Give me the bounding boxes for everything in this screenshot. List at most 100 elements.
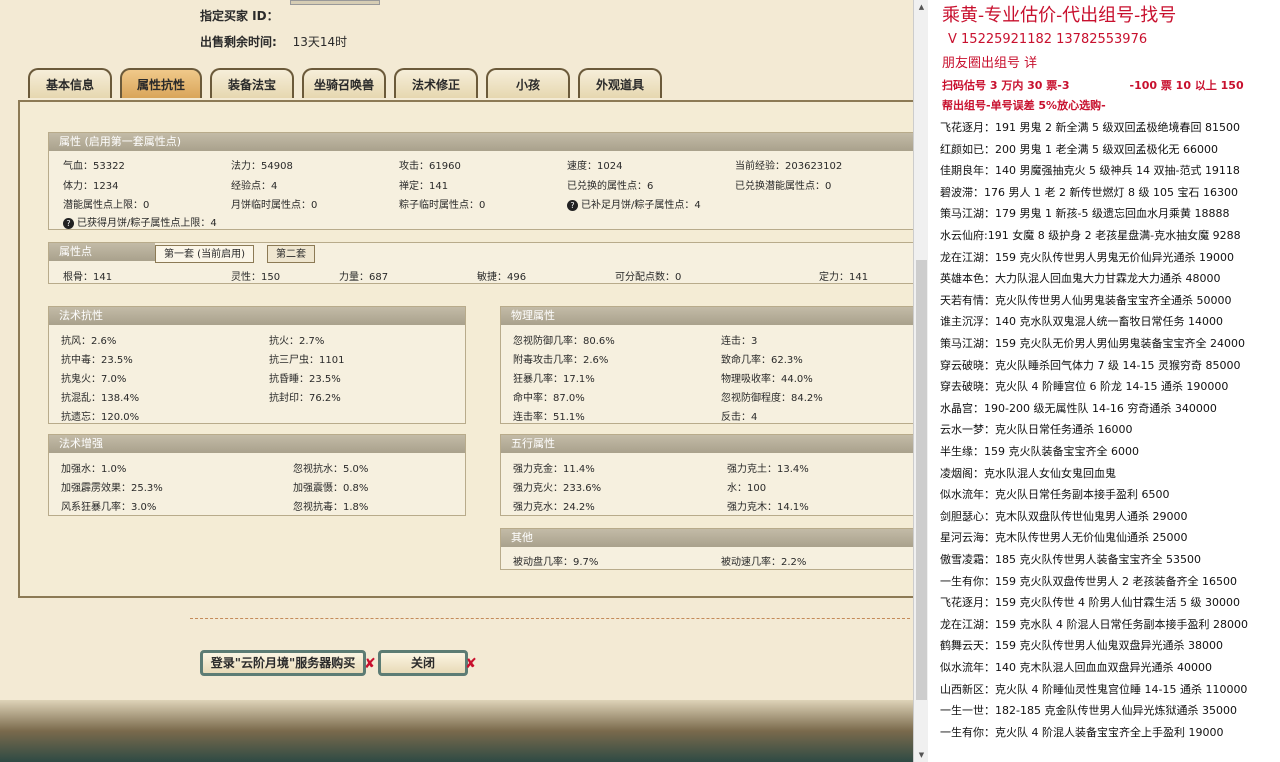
scrollbar[interactable]: ▲ ▼ — [913, 0, 929, 762]
list-item: 策马江湖：159 克火队无价男人男仙男鬼装备宝宝齐全 24000 — [940, 337, 1245, 350]
points-cell: 定力：141 — [819, 272, 869, 283]
other-cell: 被动盘几率：9.7% — [513, 557, 599, 568]
list-item: 凌烟阁：克水队混人女仙女鬼回血鬼 — [940, 466, 1116, 480]
list-item: 云水一梦：克火队日常任务通杀 16000 — [940, 423, 1133, 437]
attr-cell: 月饼临时属性点：0 — [231, 200, 318, 211]
login-purchase-button[interactable]: 登录"云阶月境"服务器购买 — [200, 650, 366, 676]
list-item: 天若有情：克火队传世男人仙男鬼装备宝宝齐全通杀 50000 — [940, 293, 1232, 307]
attr-cell: 攻击：61960 — [399, 161, 461, 172]
list-item: 策马江湖：179 男鬼 1 新孩-5 级遗忘回血水月乘黄 18888 — [940, 207, 1230, 221]
tab-equipment[interactable]: 装备法宝 — [210, 68, 294, 98]
five-elements-title: 五行属性 — [501, 435, 913, 453]
list-item: 谁主沉浮：140 克水队双鬼混人统一畜牧日常任务 14000 — [940, 315, 1223, 329]
ad-title: 乘黄-专业估价-代出组号-找号 — [942, 5, 1177, 26]
list-item: 似水流年：140 克木队混人回血血双盘异光通杀 40000 — [940, 661, 1212, 674]
time-remaining-label: 出售剩余时间: — [200, 35, 277, 49]
physical-cell: 狂暴几率：17.1% — [513, 374, 595, 385]
attr-cell: 当前经验：203623102 — [735, 161, 843, 172]
time-remaining-row: 出售剩余时间: 13天14时 — [200, 33, 347, 50]
buyer-id-field[interactable] — [290, 0, 380, 5]
list-item: 似水流年：克火队日常任务副本接手盈利 6500 — [940, 488, 1170, 502]
list-item: 龙在江湖：159 克火队传世男人男鬼无价仙异光通杀 19000 — [940, 250, 1234, 264]
resist-cell: 抗混乱：138.4% — [61, 393, 140, 404]
attr-cell: ? 已补足月饼/粽子属性点：4 — [567, 196, 701, 211]
attributes-title: 属性 (启用第一套属性点) — [49, 133, 913, 151]
resist-cell: 抗中毒：23.5% — [61, 355, 133, 366]
physical-cell: 连击率：51.1% — [513, 412, 585, 423]
list-item: 剑胆瑟心：克木队双盘队传世仙鬼男人通杀 29000 — [940, 509, 1188, 523]
list-item: 水云仙府:191 女魔 8 级护身 2 老孩星盘满-克水抽女魔 9288 — [940, 229, 1241, 242]
list-item: 一生有你：159 克火队双盘传世男人 2 老孩装备齐全 16500 — [940, 574, 1237, 588]
time-remaining-value: 13天14时 — [292, 35, 348, 49]
bottom-frame — [0, 700, 913, 762]
boost-cell: 忽视抗毒：1.8% — [293, 502, 369, 513]
help-icon[interactable]: ? — [63, 218, 74, 229]
list-item: 龙在江湖：159 克水队 4 阶混人日常任务副本接手盈利 28000 — [940, 617, 1248, 631]
list-item: 碧波滞：176 男人 1 老 2 新传世燃灯 8 级 105 宝石 16300 — [940, 185, 1238, 199]
physical-cell: 致命几率：62.3% — [721, 355, 803, 366]
close-button[interactable]: 关闭 — [378, 650, 468, 676]
list-item: 鹤舞云天：159 克火队传世男人仙鬼双盘异光通杀 38000 — [940, 639, 1223, 653]
element-cell: 水：100 — [727, 483, 767, 494]
scroll-up-icon[interactable]: ▲ — [914, 0, 929, 14]
boost-cell: 风系狂暴几率：3.0% — [61, 502, 157, 513]
tab-points-set-2[interactable]: 第二套 — [267, 245, 315, 263]
element-cell: 强力克火：233.6% — [513, 483, 602, 494]
ad-scan: 扫码估号 3 万内 30 票-3 -100 票 10 以上 150 — [942, 79, 1244, 92]
tab-magic-correction[interactable]: 法术修正 — [394, 68, 478, 98]
points-cell: 敏捷：496 — [477, 272, 527, 283]
magic-resist-section: 法术抗性 抗风：2.6% 抗火：2.7% 抗中毒：23.5% 抗三尸虫：1101… — [48, 306, 466, 424]
physical-title: 物理属性 — [501, 307, 913, 325]
attr-cell: 已兑换潜能属性点：0 — [735, 181, 832, 192]
attr-cell: 粽子临时属性点：0 — [399, 200, 486, 211]
tab-mount-summon[interactable]: 坐骑召唤兽 — [302, 68, 386, 98]
ad-help: 帮出组号-单号误差 5%放心选购- — [942, 99, 1106, 112]
scroll-down-icon[interactable]: ▼ — [914, 748, 929, 762]
close-x-icon: ✘ — [364, 656, 376, 672]
tab-appearance-items[interactable]: 外观道具 — [578, 68, 662, 98]
attr-cell: 潜能属性点上限：0 — [63, 200, 150, 211]
list-item: 飞花逐月：191 男鬼 2 新全满 5 级双回孟极绝境春回 81500 — [940, 121, 1240, 134]
scroll-thumb[interactable] — [916, 260, 927, 700]
buyer-id-row: 指定买家 ID： — [200, 7, 279, 24]
boost-cell: 加强水：1.0% — [61, 464, 127, 475]
boost-cell: 加强震慑：0.8% — [293, 483, 369, 494]
five-elements-section: 五行属性 强力克金：11.4% 强力克土：13.4% 强力克火：233.6% 水… — [500, 434, 913, 516]
attr-cell: 速度：1024 — [567, 161, 623, 172]
points-cell: 力量：687 — [339, 272, 389, 283]
element-cell: 强力克木：14.1% — [727, 502, 809, 513]
list-item: 半生缘：159 克火队装备宝宝齐全 6000 — [940, 445, 1139, 458]
tab-child[interactable]: 小孩 — [486, 68, 570, 98]
attr-cell: 经验点：4 — [231, 181, 278, 192]
magic-resist-title: 法术抗性 — [49, 307, 465, 325]
magic-boost-section: 法术增强 加强水：1.0% 忽视抗水：5.0% 加强霹雳效果：25.3% 加强震… — [48, 434, 466, 516]
physical-cell: 附毒攻击几率：2.6% — [513, 355, 609, 366]
element-cell: 强力克金：11.4% — [513, 464, 595, 475]
physical-cell: 反击：4 — [721, 412, 758, 423]
attr-cell: 已兑换的属性点：6 — [567, 181, 654, 192]
attr-cell: 禅定：141 — [399, 181, 449, 192]
resist-cell: 抗封印：76.2% — [269, 393, 341, 404]
element-cell: 强力克水：24.2% — [513, 502, 595, 513]
tab-basic-info[interactable]: 基本信息 — [28, 68, 112, 98]
ad-phones: V 15225921182 13782553976 — [948, 32, 1148, 47]
resist-cell: 抗火：2.7% — [269, 336, 325, 347]
resist-cell: 抗遗忘：120.0% — [61, 412, 140, 423]
list-item: 红颜如已：200 男鬼 1 老全满 5 级双回孟极化无 66000 — [940, 142, 1218, 156]
close-x-icon: ✘ — [465, 656, 477, 672]
tab-points-set-1[interactable]: 第一套 (当前启用) — [155, 245, 254, 263]
attr-cell: 体力：1234 — [63, 181, 119, 192]
resist-cell: 抗昏睡：23.5% — [269, 374, 341, 385]
game-window: 指定买家 ID： 出售剩余时间: 13天14时 基本信息 属性抗性 装备法宝 坐… — [0, 0, 913, 762]
help-icon[interactable]: ? — [567, 200, 578, 211]
tab-attributes-resist[interactable]: 属性抗性 — [120, 68, 202, 98]
points-cell: 根骨：141 — [63, 272, 113, 283]
element-cell: 强力克土：13.4% — [727, 464, 809, 475]
points-section: 属性点 第一套 (当前启用) 第二套 根骨：141 灵性：150 力量：687 … — [48, 242, 913, 284]
list-item: 佳期良年：140 男魔强抽克火 5 级神兵 14 双抽-范式 19118 — [940, 164, 1240, 178]
resist-cell: 抗鬼火：7.0% — [61, 374, 127, 385]
list-item: 飞花逐月：159 克火队传世 4 阶男人仙甘霖生活 5 级 30000 — [940, 596, 1240, 610]
physical-cell: 忽视防御程度：84.2% — [721, 393, 823, 404]
other-section: 其他 被动盘几率：9.7% 被动速几率：2.2% — [500, 528, 913, 570]
physical-section: 物理属性 忽视防御几率：80.6% 连击：3 附毒攻击几率：2.6% 致命几率：… — [500, 306, 913, 424]
